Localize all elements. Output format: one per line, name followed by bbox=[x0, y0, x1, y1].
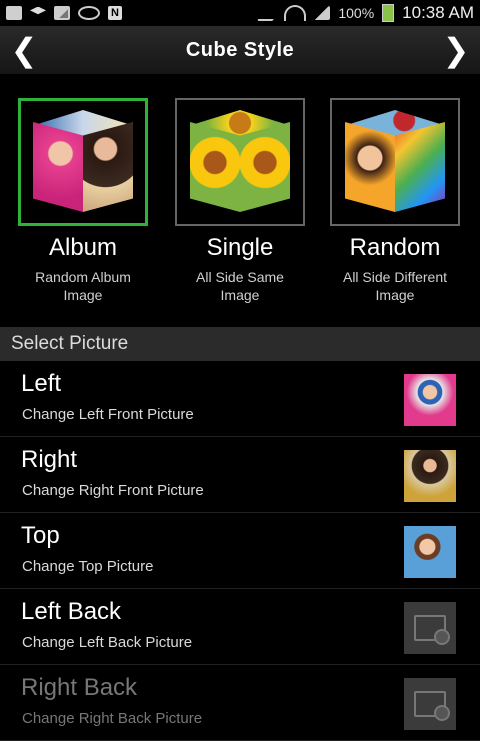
left-picture-thumbnail[interactable] bbox=[404, 374, 456, 426]
row-subtitle: Change Right Front Picture bbox=[22, 482, 204, 499]
picture-row-left[interactable]: Left Change Left Front Picture bbox=[0, 362, 480, 437]
top-picture-thumbnail[interactable] bbox=[404, 526, 456, 578]
status-left-icons: N bbox=[6, 6, 122, 20]
row-title: Right bbox=[21, 446, 78, 473]
album-style-card[interactable] bbox=[18, 98, 148, 226]
single-label: Single bbox=[206, 234, 274, 261]
right-back-picture-thumbnail[interactable] bbox=[404, 678, 456, 730]
album-description-text: Random Album Image bbox=[35, 269, 131, 303]
random-style-card[interactable] bbox=[330, 98, 460, 226]
picture-row-right[interactable]: Right Change Right Front Picture bbox=[0, 438, 480, 513]
clock: 10:38 AM bbox=[402, 3, 474, 22]
random-description-text: All Side Different Image bbox=[342, 269, 447, 303]
album-label: Album bbox=[48, 234, 118, 261]
title-bar: ❮ Cube Style ❯ bbox=[0, 26, 480, 74]
select-picture-header: Select Picture bbox=[0, 327, 480, 361]
picture-row-right-back[interactable]: Right Back Change Right Back Picture bbox=[0, 666, 480, 741]
picture-row-left-back[interactable]: Left Back Change Left Back Picture bbox=[0, 590, 480, 665]
wifi-icon bbox=[284, 5, 307, 21]
row-title: Top bbox=[21, 522, 60, 549]
row-subtitle: Change Left Front Picture bbox=[22, 406, 194, 423]
status-bar: N 100% 10:38 AM bbox=[0, 0, 480, 26]
gallery-icon bbox=[54, 6, 70, 20]
battery-icon bbox=[382, 4, 395, 22]
add-image-icon bbox=[414, 691, 450, 721]
cube-style-options: Album Random Album Image Single All Side… bbox=[0, 74, 480, 326]
picture-row-top[interactable]: Top Change Top Picture bbox=[0, 514, 480, 589]
single-style-card[interactable] bbox=[175, 98, 305, 226]
album-description: Random Album Image bbox=[8, 268, 158, 304]
battery-percent: 100% bbox=[338, 5, 375, 21]
row-subtitle: Change Right Back Picture bbox=[22, 710, 203, 727]
single-cube-preview bbox=[188, 110, 292, 214]
eye-icon bbox=[78, 6, 100, 20]
add-image-icon bbox=[414, 615, 450, 645]
previous-arrow-icon[interactable]: ❮ bbox=[0, 26, 48, 74]
album-cube-preview bbox=[31, 110, 135, 214]
row-title: Left Back bbox=[21, 598, 122, 625]
random-description: All Side Different Image bbox=[320, 268, 470, 304]
signal-icon bbox=[314, 6, 331, 20]
page-title: Cube Style bbox=[185, 38, 295, 61]
row-title: Right Back bbox=[21, 674, 138, 701]
random-cube-preview bbox=[343, 110, 447, 214]
row-subtitle: Change Left Back Picture bbox=[22, 634, 193, 651]
nfc-icon: N bbox=[108, 6, 122, 20]
next-arrow-icon[interactable]: ❯ bbox=[432, 26, 480, 74]
status-right-icons: 100% 10:38 AM bbox=[257, 3, 474, 23]
back-notification-icon bbox=[6, 6, 22, 20]
row-title: Left bbox=[21, 370, 62, 397]
section-title: Select Picture bbox=[11, 333, 129, 354]
row-subtitle: Change Top Picture bbox=[22, 558, 154, 575]
random-label: Random bbox=[349, 234, 441, 261]
dropbox-icon bbox=[30, 6, 46, 15]
single-description-text: All Side Same Image bbox=[196, 269, 284, 303]
left-back-picture-thumbnail[interactable] bbox=[404, 602, 456, 654]
right-picture-thumbnail[interactable] bbox=[404, 450, 456, 502]
single-description: All Side Same Image bbox=[165, 268, 315, 304]
mute-icon bbox=[257, 5, 280, 21]
